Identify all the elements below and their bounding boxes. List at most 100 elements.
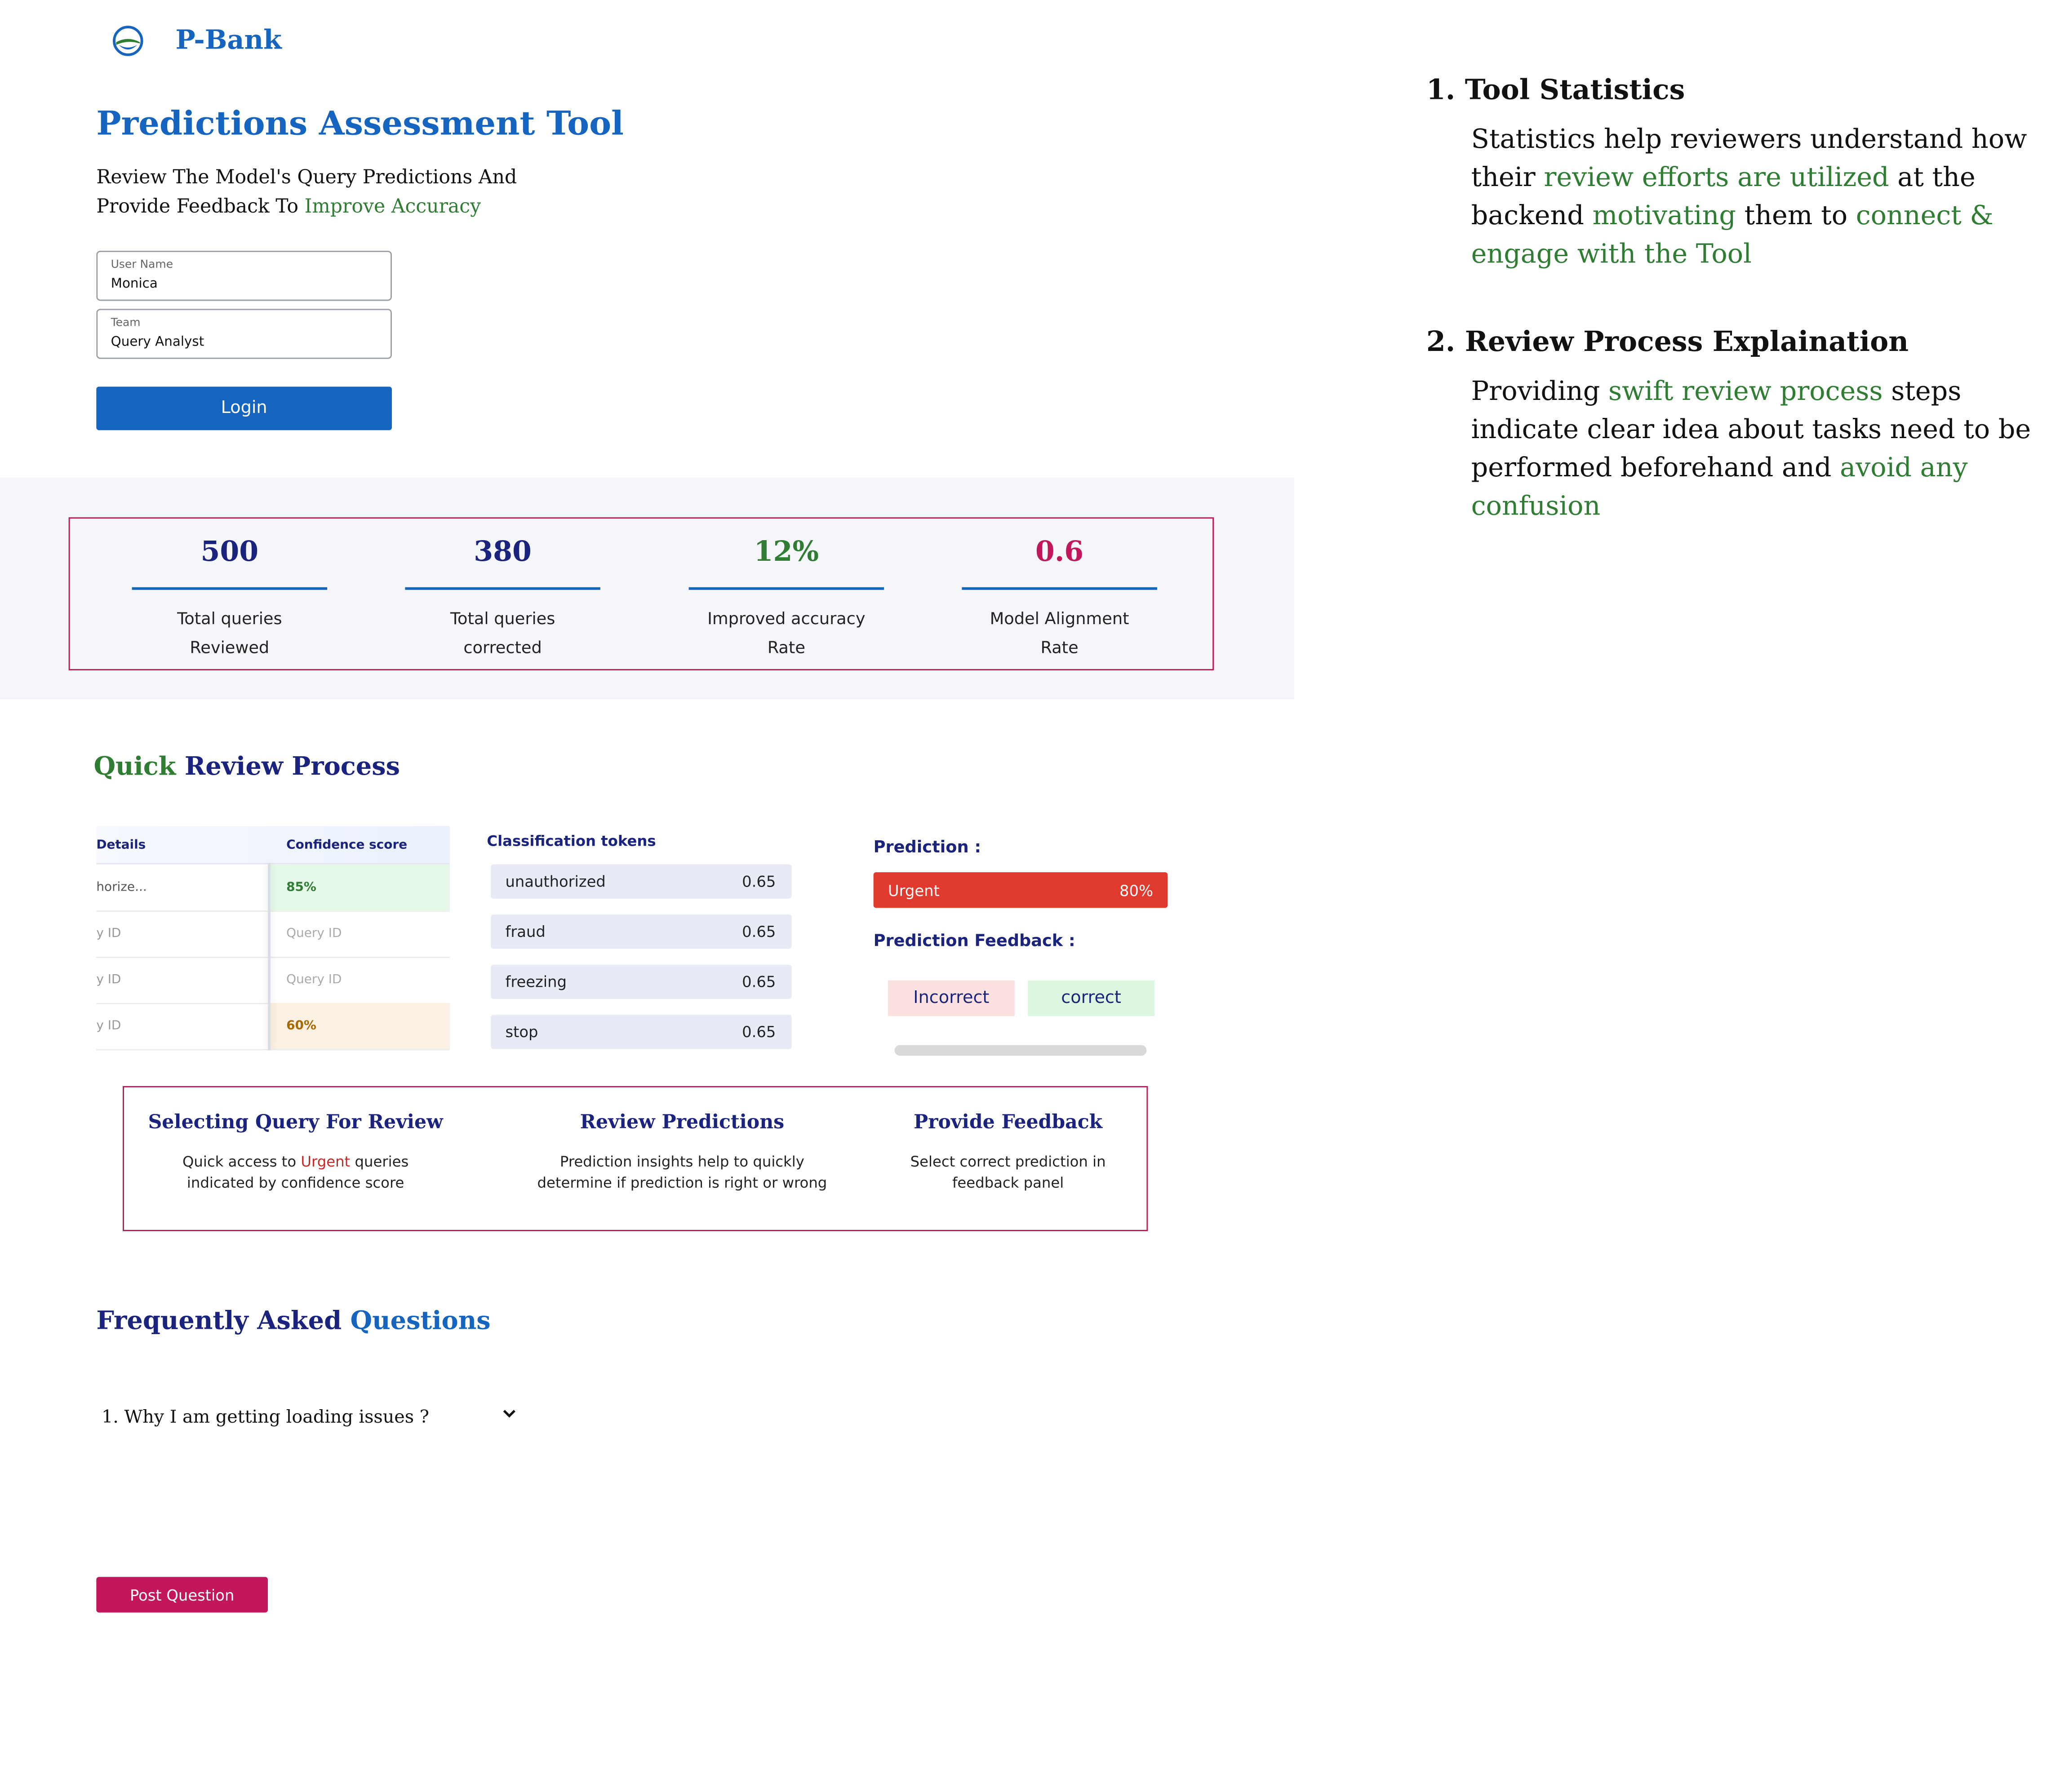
stat-label: Improved accuracy <box>707 608 866 628</box>
username-input[interactable] <box>111 277 375 292</box>
token-name: fraud <box>505 922 546 941</box>
username-label: User Name <box>111 258 173 272</box>
team-input[interactable] <box>111 335 375 350</box>
token-name: unauthorized <box>505 872 606 891</box>
column-header-confidence[interactable]: Confidence score <box>286 838 407 852</box>
brand-name[interactable]: P-Bank <box>175 24 281 55</box>
query-table: Details Confidence score horize... 85% y… <box>96 826 450 1051</box>
review-section-title: Quick Review Process <box>93 752 400 781</box>
subtitle-highlight: Improve Accuracy <box>304 196 481 218</box>
scrollbar[interactable] <box>894 1045 1147 1056</box>
login-button[interactable]: Login <box>96 386 392 430</box>
globe-leaf-icon <box>112 25 144 57</box>
cell-score-bg: Query ID <box>269 910 450 957</box>
step-review-predictions: Review Predictions Prediction insights h… <box>517 1111 847 1194</box>
token-chip[interactable]: freezing 0.65 <box>491 964 792 999</box>
stat-label: Total queries <box>450 608 555 628</box>
note-highlight: motivating <box>1592 199 1736 231</box>
column-divider <box>268 863 271 1051</box>
chevron-down-icon[interactable] <box>500 1404 519 1427</box>
step-text: Prediction insights help to quickly <box>559 1153 804 1171</box>
stat-label: corrected <box>463 637 542 657</box>
token-score: 0.65 <box>742 872 776 891</box>
team-field[interactable]: Team <box>96 309 392 359</box>
stat-label: Total queries <box>177 608 282 628</box>
token-name: freezing <box>505 972 567 991</box>
table-row[interactable]: horize... 85% <box>96 864 450 912</box>
stat-value: 12% <box>754 534 819 568</box>
title-text: Review Process <box>176 752 400 781</box>
note-number: 2. <box>1426 324 1456 358</box>
faq-title: Frequently Asked Questions <box>96 1306 490 1335</box>
note-highlight: review efforts are utilized <box>1544 161 1889 193</box>
page: P-Bank Predictions Assessment Tool Revie… <box>0 0 2069 1792</box>
faq-title-text: Frequently Asked <box>96 1306 351 1335</box>
table-row[interactable]: y ID Query ID <box>96 910 450 958</box>
stat-label: Rate <box>1040 637 1079 657</box>
step-title: Selecting Query For Review <box>148 1111 443 1134</box>
stat-divider <box>132 587 328 590</box>
token-chip[interactable]: fraud 0.65 <box>491 914 792 949</box>
note-text: them to <box>1736 199 1856 231</box>
prediction-percent: 80% <box>1119 881 1154 900</box>
note-text: Providing <box>1471 375 1608 407</box>
note-heading: 2. Review Process Explaination <box>1426 324 1909 357</box>
feedback-label: Prediction Feedback : <box>873 930 1075 950</box>
step-highlight: Urgent <box>301 1153 351 1171</box>
step-description: Quick access to Urgent queries indicated… <box>144 1152 447 1194</box>
cell-details: horize... <box>96 880 147 895</box>
token-name: stop <box>505 1022 538 1042</box>
note-highlight: swift review process <box>1608 375 1883 407</box>
note-title: Tool Statistics <box>1465 72 1685 106</box>
stat-value: 500 <box>200 534 259 568</box>
stat-value: 380 <box>474 534 532 568</box>
token-chip[interactable]: unauthorized 0.65 <box>491 864 792 899</box>
cell-details: y ID <box>96 1019 121 1034</box>
cell-score: Query ID <box>286 972 342 987</box>
note-body: Statistics help reviewers understand how… <box>1471 120 2065 273</box>
prediction-value: Urgent <box>888 881 940 900</box>
step-provide-feedback: Provide Feedback Select correct predicti… <box>889 1111 1127 1194</box>
stat-divider <box>688 587 884 590</box>
note-title: Review Process Explaination <box>1465 324 1909 358</box>
team-label: Team <box>111 316 141 330</box>
cell-details: y ID <box>96 926 121 941</box>
table-header: Details Confidence score <box>96 826 450 865</box>
stat-divider <box>962 587 1157 590</box>
title-highlight: Quick <box>93 752 176 781</box>
cell-score-bg: 60% <box>269 1002 450 1049</box>
step-text: determine if prediction is right or wron… <box>537 1174 827 1192</box>
stat-value: 0.6 <box>1035 534 1084 568</box>
token-chip[interactable]: stop 0.65 <box>491 1015 792 1049</box>
post-question-button[interactable]: Post Question <box>96 1577 268 1613</box>
step-description: Select correct prediction in feedback pa… <box>889 1152 1127 1194</box>
steps-panel: Selecting Query For Review Quick access … <box>123 1086 1148 1231</box>
token-score: 0.65 <box>742 972 776 991</box>
correct-button[interactable]: correct <box>1028 980 1154 1016</box>
page-title: Predictions Assessment Tool <box>96 104 624 143</box>
token-score: 0.65 <box>742 1022 776 1042</box>
faq-item[interactable]: 1. Why I am getting loading issues ? <box>102 1407 429 1428</box>
cell-score: 85% <box>286 880 316 895</box>
stats-panel: 500 Total queries Reviewed 380 Total que… <box>68 517 1214 670</box>
step-text: feedback panel <box>952 1174 1064 1192</box>
username-field[interactable]: User Name <box>96 250 392 301</box>
token-score: 0.65 <box>742 922 776 941</box>
table-row[interactable]: y ID 60% <box>96 1002 450 1051</box>
step-text: Quick access to <box>182 1153 301 1171</box>
column-header-details[interactable]: Details <box>96 838 146 852</box>
cell-score-bg: 85% <box>269 864 450 911</box>
stat-label: Reviewed <box>190 637 270 657</box>
incorrect-button[interactable]: Incorrect <box>888 980 1015 1016</box>
note-body: Providing swift review process steps ind… <box>1471 372 2068 525</box>
faq-title-highlight: Questions <box>350 1306 491 1335</box>
table-row[interactable]: y ID Query ID <box>96 957 450 1004</box>
step-text: indicated by confidence score <box>186 1174 404 1192</box>
step-title: Provide Feedback <box>914 1111 1103 1134</box>
cell-score: Query ID <box>286 926 342 941</box>
stat-divider <box>405 587 600 590</box>
stat-label: Rate <box>767 637 805 657</box>
step-select-query: Selecting Query For Review Quick access … <box>144 1111 447 1194</box>
note-number: 1. <box>1426 72 1456 106</box>
cell-score-bg: Query ID <box>269 957 450 1003</box>
